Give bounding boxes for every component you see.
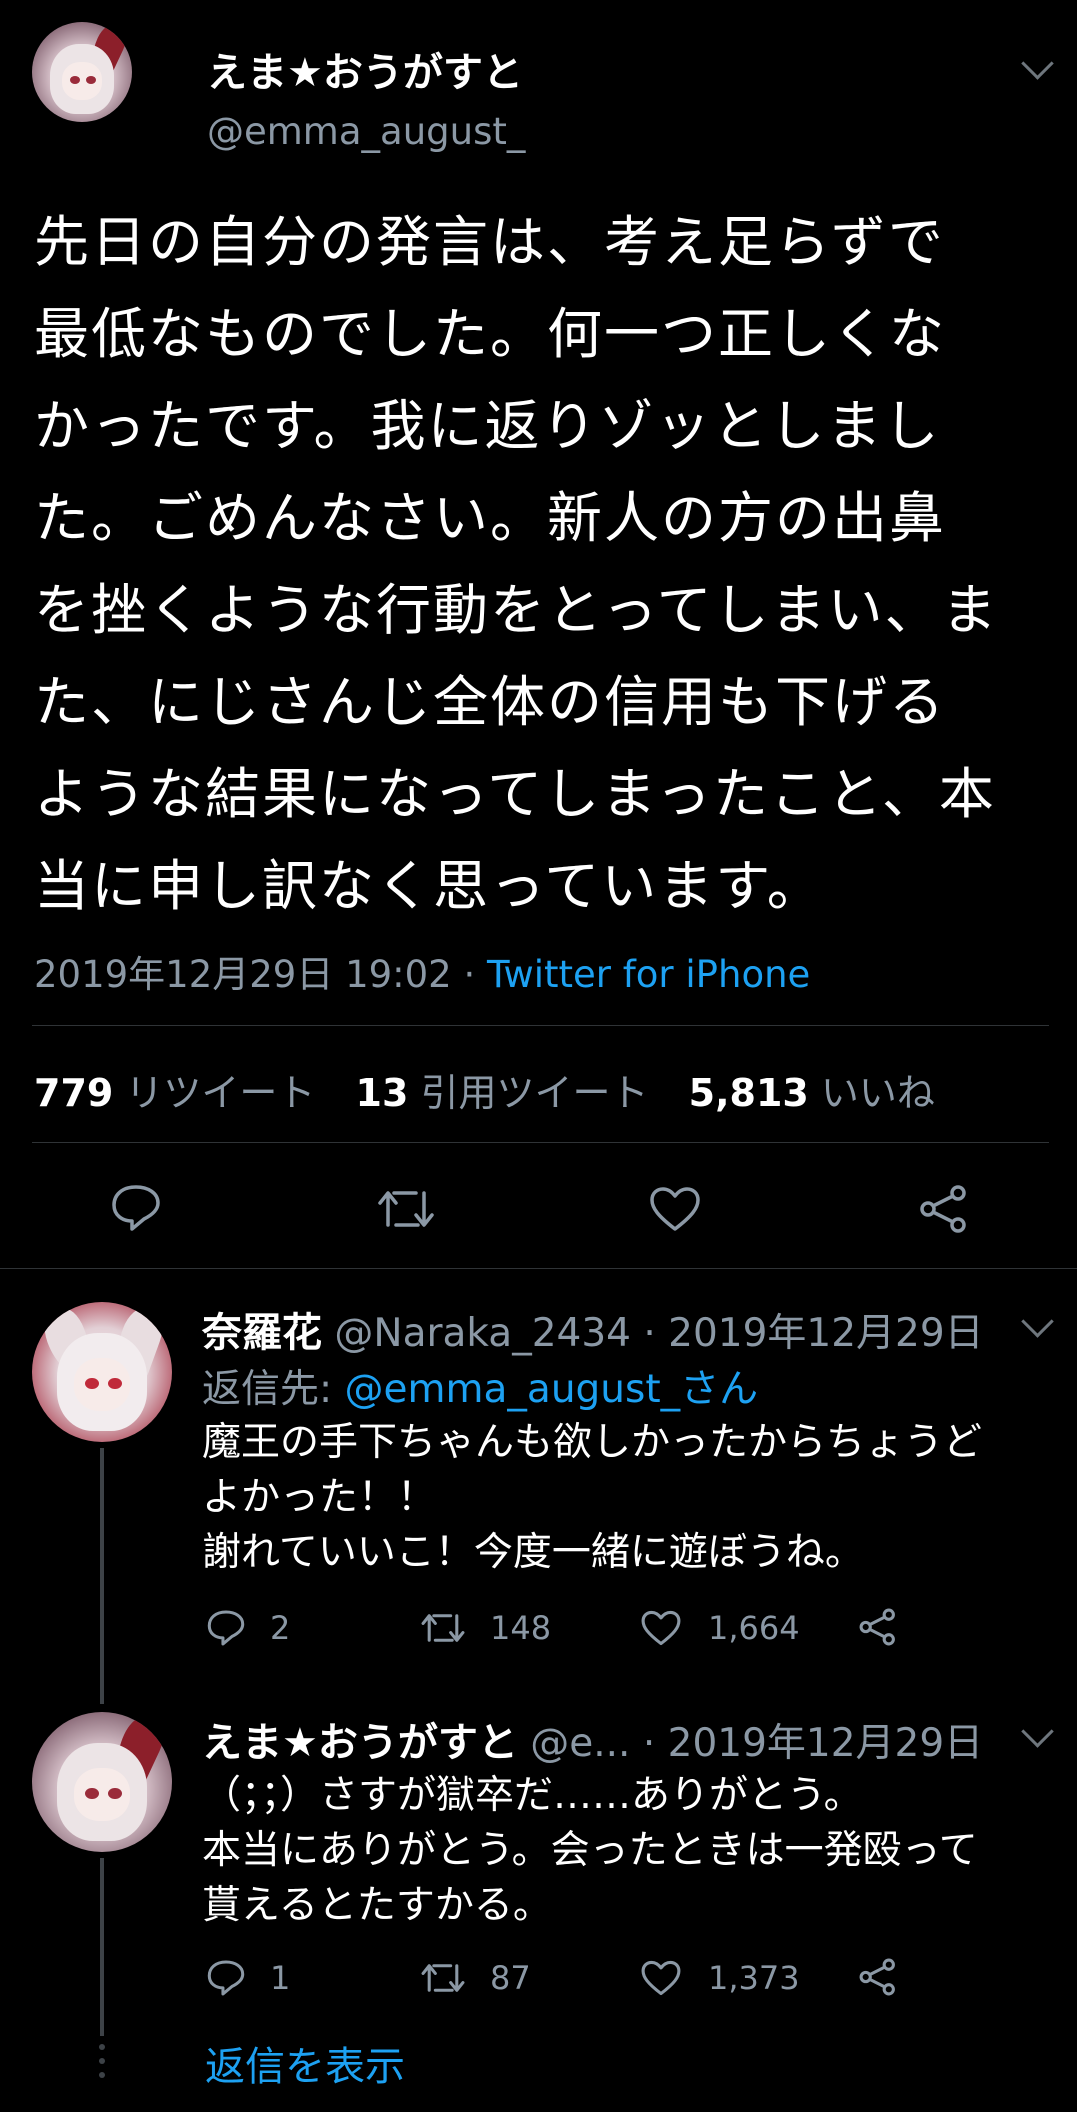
- retweet-count: 87: [490, 1959, 531, 1997]
- likes-stat[interactable]: 5,813 いいね: [689, 1071, 935, 1115]
- retweet-icon[interactable]: [420, 1609, 466, 1647]
- tweet-text-line: を挫くような行動をとってしまい、ま: [34, 578, 999, 642]
- chevron-down-icon[interactable]: [1021, 1305, 1054, 1338]
- tweet-text-line: た、にじさんじ全体の信用も下げる: [34, 670, 947, 734]
- reply-header: えま★おうがすと @e... · 2019年12月29日: [202, 1710, 983, 1768]
- reply-author-name[interactable]: えま★おうがすと: [202, 1720, 518, 1766]
- tweet-timestamp[interactable]: 2019年12月29日 19:02 ·: [34, 953, 487, 996]
- like-icon[interactable]: [640, 1609, 682, 1647]
- like-icon[interactable]: [648, 1185, 702, 1233]
- reply-author-name[interactable]: 奈羅花: [202, 1310, 322, 1356]
- retweet-icon[interactable]: [420, 1959, 466, 1997]
- thread-dot: [99, 2044, 105, 2050]
- reply-text-line: よかった！！: [202, 1475, 437, 1520]
- reply-icon[interactable]: [206, 1609, 246, 1647]
- reply-actions: 1 87 1,373: [202, 1953, 1062, 2003]
- likes-label: いいね: [820, 1071, 935, 1115]
- reply-count: 2: [270, 1609, 291, 1647]
- reply-actions: 2 148 1,664: [202, 1603, 1062, 1653]
- reply-text-line: 謝れていいこ！今度一緒に遊ぼうね。: [202, 1530, 864, 1575]
- retweet-count: 148: [490, 1609, 552, 1647]
- share-icon[interactable]: [858, 1957, 898, 1997]
- reply-text-line: 本当にありがとう。会ったときは一発殴って: [202, 1828, 978, 1873]
- thread-line: [100, 1448, 104, 1704]
- reply-author-avatar[interactable]: [32, 1302, 172, 1442]
- like-count: 1,373: [708, 1959, 800, 1997]
- reply-text: （；；）さすが獄卒だ……ありがとう。 本当にありがとう。会ったときは一発殴って …: [202, 1768, 1062, 1933]
- reply-icon[interactable]: [206, 1959, 246, 1997]
- reply-icon[interactable]: [110, 1183, 162, 1233]
- reply-to-prefix: 返信先:: [202, 1367, 345, 1412]
- share-icon[interactable]: [858, 1607, 898, 1647]
- main-author-handle[interactable]: @emma_august_: [207, 110, 525, 153]
- chevron-down-icon[interactable]: [1021, 47, 1054, 80]
- tweet-stats: 779 リツイート 13 引用ツイート 5,813 いいね: [34, 1062, 935, 1117]
- main-author-avatar[interactable]: [32, 22, 132, 122]
- thread-dot: [99, 2072, 105, 2078]
- reply-header: 奈羅花 @Naraka_2434 · 2019年12月29日: [202, 1300, 984, 1358]
- tweet-text-line: かったです。我に返りゾッとしまし: [34, 394, 941, 458]
- share-icon[interactable]: [918, 1183, 970, 1235]
- reply-meta[interactable]: @Naraka_2434 · 2019年12月29日: [334, 1311, 983, 1356]
- retweet-icon[interactable]: [376, 1185, 436, 1233]
- reply-text-line: （；；）さすが獄卒だ……ありがとう。: [202, 1773, 863, 1818]
- tweet-meta: 2019年12月29日 19:02 · Twitter for iPhone: [34, 944, 810, 998]
- thread-dot: [99, 2058, 105, 2064]
- show-replies-link[interactable]: 返信を表示: [205, 2034, 405, 2092]
- reply-meta[interactable]: @e... · 2019年12月29日: [530, 1721, 983, 1766]
- reply-author-avatar[interactable]: [32, 1712, 172, 1852]
- reply-text: 魔王の手下ちゃんも欲しかったからちょうど よかった！！ 謝れていいこ！今度一緒に…: [202, 1415, 1062, 1580]
- quotes-label: 引用ツイート: [420, 1071, 649, 1115]
- chevron-down-icon[interactable]: [1021, 1715, 1054, 1748]
- quotes-stat[interactable]: 13 引用ツイート: [356, 1071, 649, 1115]
- reply-text-line: 貰えるとたすかる。: [202, 1883, 552, 1928]
- quotes-count: 13: [355, 1071, 409, 1115]
- tweet-text-line: 最低なものでした。何一つ正しくな: [34, 302, 947, 366]
- tweet-text-line: ような結果になってしまったこと、本: [34, 762, 996, 826]
- reply-to-handle[interactable]: @emma_august_さん: [345, 1367, 759, 1412]
- divider: [0, 1268, 1077, 1269]
- like-icon[interactable]: [640, 1959, 682, 1997]
- retweets-stat[interactable]: 779 リツイート: [34, 1071, 315, 1115]
- reply-to: 返信先: @emma_august_さん: [202, 1358, 758, 1414]
- likes-count: 5,813: [688, 1071, 809, 1115]
- main-author-name[interactable]: えま★おうがすと: [207, 40, 523, 98]
- reply-text-line: 魔王の手下ちゃんも欲しかったからちょうど: [202, 1420, 983, 1465]
- tweet-text-line: た。ごめんなさい。新人の方の出鼻: [34, 486, 947, 550]
- reply-count: 1: [270, 1959, 291, 1997]
- divider: [32, 1142, 1049, 1143]
- retweets-count: 779: [34, 1071, 114, 1115]
- divider: [32, 1025, 1049, 1026]
- tweet-source-link[interactable]: Twitter for iPhone: [487, 953, 810, 996]
- tweet-text-line: 先日の自分の発言は、考え足らずで: [34, 210, 945, 274]
- tweet-text: 先日の自分の発言は、考え足らずで 最低なものでした。何一つ正しくな かったです。…: [34, 208, 1064, 944]
- like-count: 1,664: [708, 1609, 800, 1647]
- tweet-text-line: 当に申し訳なく思っています。: [34, 854, 824, 918]
- thread-line: [100, 1858, 104, 2036]
- retweets-label: リツイート: [125, 1071, 316, 1115]
